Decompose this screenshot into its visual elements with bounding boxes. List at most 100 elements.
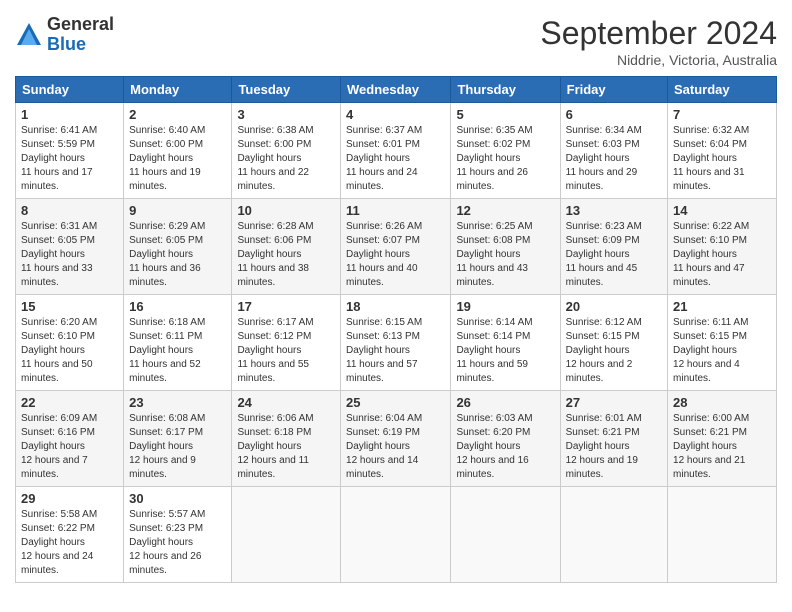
day-number: 18 [346,299,445,314]
calendar-cell: 10 Sunrise: 6:28 AMSunset: 6:06 PMDayligh… [232,199,341,295]
day-header-thursday: Thursday [451,77,560,103]
day-number: 1 [21,107,118,122]
day-content: Sunrise: 6:17 AMSunset: 6:12 PMDaylight … [237,316,335,386]
calendar-header-row: SundayMondayTuesdayWednesdayThursdayFrid… [16,77,777,103]
calendar-cell: 22 Sunrise: 6:09 AMSunset: 6:16 PMDayligh… [16,391,124,487]
calendar-body: 1 Sunrise: 6:41 AMSunset: 5:59 PMDaylight… [16,103,777,583]
day-content: Sunrise: 6:28 AMSunset: 6:06 PMDaylight … [237,220,335,290]
day-content: Sunrise: 6:31 AMSunset: 6:05 PMDaylight … [21,220,118,290]
calendar-cell: 4 Sunrise: 6:37 AMSunset: 6:01 PMDaylight… [341,103,451,199]
day-content: Sunrise: 6:06 AMSunset: 6:18 PMDaylight … [237,412,335,482]
day-header-sunday: Sunday [16,77,124,103]
calendar-table: SundayMondayTuesdayWednesdayThursdayFrid… [15,76,777,583]
day-header-tuesday: Tuesday [232,77,341,103]
calendar-cell: 6 Sunrise: 6:34 AMSunset: 6:03 PMDaylight… [560,103,667,199]
day-content: Sunrise: 6:18 AMSunset: 6:11 PMDaylight … [129,316,226,386]
day-number: 4 [346,107,445,122]
day-number: 15 [21,299,118,314]
day-content: Sunrise: 6:25 AMSunset: 6:08 PMDaylight … [456,220,554,290]
day-number: 25 [346,395,445,410]
day-number: 12 [456,203,554,218]
calendar-cell: 20Sunrise: 6:12 AMSunset: 6:15 PMDayligh… [560,295,667,391]
day-content: Sunrise: 6:37 AMSunset: 6:01 PMDaylight … [346,124,445,194]
day-content: Sunrise: 6:09 AMSunset: 6:16 PMDaylight … [21,412,118,482]
day-content: Sunrise: 6:01 AMSunset: 6:21 PMDaylight … [566,412,662,482]
day-number: 8 [21,203,118,218]
day-number: 2 [129,107,226,122]
day-number: 14 [673,203,771,218]
calendar-cell: 1 Sunrise: 6:41 AMSunset: 5:59 PMDaylight… [16,103,124,199]
day-content: Sunrise: 6:11 AMSunset: 6:15 PMDaylight … [673,316,771,386]
day-number: 24 [237,395,335,410]
calendar-cell: 5Sunrise: 6:35 AMSunset: 6:02 PMDaylight… [451,103,560,199]
calendar-cell: 29Sunrise: 5:58 AMSunset: 6:22 PMDayligh… [16,487,124,583]
day-header-monday: Monday [124,77,232,103]
calendar-cell [668,487,777,583]
day-content: Sunrise: 6:00 AMSunset: 6:21 PMDaylight … [673,412,771,482]
calendar-cell [232,487,341,583]
calendar-cell: 23 Sunrise: 6:08 AMSunset: 6:17 PMDayligh… [124,391,232,487]
calendar-cell [341,487,451,583]
day-number: 6 [566,107,662,122]
calendar-cell: 2 Sunrise: 6:40 AMSunset: 6:00 PMDaylight… [124,103,232,199]
calendar-cell: 21 Sunrise: 6:11 AMSunset: 6:15 PMDayligh… [668,295,777,391]
day-content: Sunrise: 5:58 AMSunset: 6:22 PMDaylight … [21,508,118,578]
calendar-week-1: 1 Sunrise: 6:41 AMSunset: 5:59 PMDaylight… [16,103,777,199]
calendar-cell [451,487,560,583]
day-content: Sunrise: 6:23 AMSunset: 6:09 PMDaylight … [566,220,662,290]
calendar-week-2: 8 Sunrise: 6:31 AMSunset: 6:05 PMDaylight… [16,199,777,295]
calendar-cell: 28Sunrise: 6:00 AMSunset: 6:21 PMDayligh… [668,391,777,487]
day-number: 5 [456,107,554,122]
location: Niddrie, Victoria, Australia [540,52,777,68]
calendar-cell: 17Sunrise: 6:17 AMSunset: 6:12 PMDayligh… [232,295,341,391]
calendar-cell: 7 Sunrise: 6:32 AMSunset: 6:04 PMDaylight… [668,103,777,199]
day-content: Sunrise: 6:04 AMSunset: 6:19 PMDaylight … [346,412,445,482]
day-content: Sunrise: 6:14 AMSunset: 6:14 PMDaylight … [456,316,554,386]
calendar-cell: 16Sunrise: 6:18 AMSunset: 6:11 PMDayligh… [124,295,232,391]
calendar-cell: 13 Sunrise: 6:23 AMSunset: 6:09 PMDayligh… [560,199,667,295]
calendar-cell: 26 Sunrise: 6:03 AMSunset: 6:20 PMDayligh… [451,391,560,487]
calendar-cell: 14 Sunrise: 6:22 AMSunset: 6:10 PMDayligh… [668,199,777,295]
day-content: Sunrise: 6:22 AMSunset: 6:10 PMDaylight … [673,220,771,290]
logo-blue: Blue [47,34,86,54]
day-number: 27 [566,395,662,410]
day-content: Sunrise: 6:20 AMSunset: 6:10 PMDaylight … [21,316,118,386]
day-content: Sunrise: 5:57 AMSunset: 6:23 PMDaylight … [129,508,226,578]
day-number: 21 [673,299,771,314]
day-content: Sunrise: 6:40 AMSunset: 6:00 PMDaylight … [129,124,226,194]
calendar-cell: 8 Sunrise: 6:31 AMSunset: 6:05 PMDaylight… [16,199,124,295]
calendar-cell: 25 Sunrise: 6:04 AMSunset: 6:19 PMDayligh… [341,391,451,487]
day-number: 10 [237,203,335,218]
calendar-cell: 27 Sunrise: 6:01 AMSunset: 6:21 PMDayligh… [560,391,667,487]
page: General Blue September 2024 Niddrie, Vic… [0,0,792,612]
day-content: Sunrise: 6:41 AMSunset: 5:59 PMDaylight … [21,124,118,194]
day-number: 20 [566,299,662,314]
day-number: 11 [346,203,445,218]
day-number: 30 [129,491,226,506]
calendar-cell: 12 Sunrise: 6:25 AMSunset: 6:08 PMDayligh… [451,199,560,295]
calendar-week-5: 29Sunrise: 5:58 AMSunset: 6:22 PMDayligh… [16,487,777,583]
day-content: Sunrise: 6:32 AMSunset: 6:04 PMDaylight … [673,124,771,194]
day-content: Sunrise: 6:03 AMSunset: 6:20 PMDaylight … [456,412,554,482]
calendar-cell: 15 Sunrise: 6:20 AMSunset: 6:10 PMDayligh… [16,295,124,391]
title-block: September 2024 Niddrie, Victoria, Austra… [540,15,777,68]
day-number: 19 [456,299,554,314]
day-number: 26 [456,395,554,410]
day-header-wednesday: Wednesday [341,77,451,103]
day-header-friday: Friday [560,77,667,103]
day-number: 22 [21,395,118,410]
calendar-cell: 3Sunrise: 6:38 AMSunset: 6:00 PMDaylight… [232,103,341,199]
day-number: 23 [129,395,226,410]
calendar-cell [560,487,667,583]
calendar-cell: 30 Sunrise: 5:57 AMSunset: 6:23 PMDayligh… [124,487,232,583]
day-content: Sunrise: 6:08 AMSunset: 6:17 PMDaylight … [129,412,226,482]
calendar-cell: 18Sunrise: 6:15 AMSunset: 6:13 PMDayligh… [341,295,451,391]
logo-text: General Blue [47,15,114,55]
day-content: Sunrise: 6:38 AMSunset: 6:00 PMDaylight … [237,124,335,194]
day-content: Sunrise: 6:34 AMSunset: 6:03 PMDaylight … [566,124,662,194]
calendar-cell: 24 Sunrise: 6:06 AMSunset: 6:18 PMDayligh… [232,391,341,487]
day-number: 13 [566,203,662,218]
calendar-week-4: 22 Sunrise: 6:09 AMSunset: 6:16 PMDayligh… [16,391,777,487]
day-number: 7 [673,107,771,122]
day-content: Sunrise: 6:29 AMSunset: 6:05 PMDaylight … [129,220,226,290]
